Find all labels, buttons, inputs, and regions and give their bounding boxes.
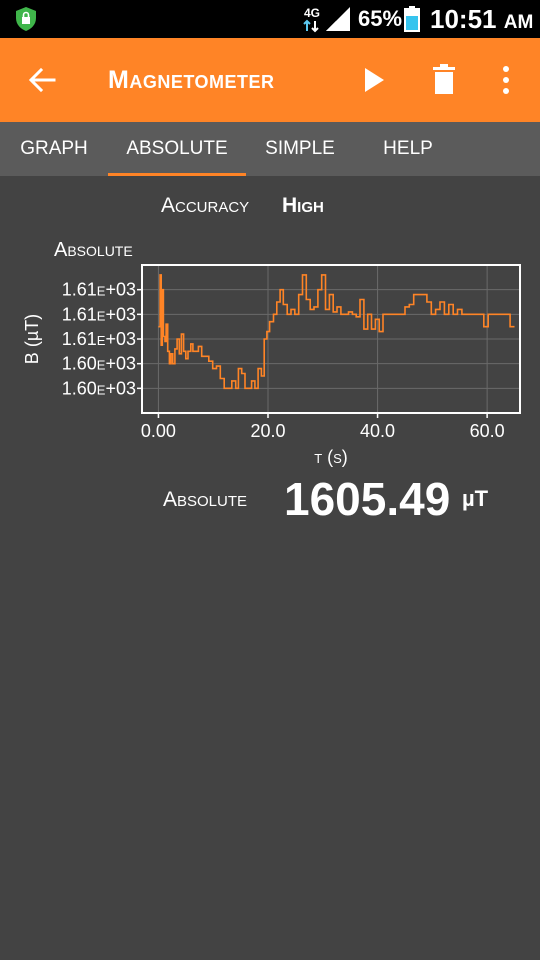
battery-percent: 65% — [358, 6, 403, 31]
absolute-chart: 0.00 20.0 40.0 60.0 1.60e+03 1.60e+03 1.61e+03… — [22, 239, 521, 467]
status-bar: 4G 65% 10:51 AM — [0, 0, 540, 38]
tab-help[interactable]: HELP — [362, 122, 454, 176]
x-tick-label: 40.0 — [360, 421, 395, 441]
battery-icon — [404, 6, 420, 32]
trash-icon[interactable] — [432, 63, 456, 95]
x-tick-label: 20.0 — [250, 421, 285, 441]
y-tick-label: 1.60e+03 — [62, 354, 136, 374]
tab-simple[interactable]: SIMPLE — [254, 122, 346, 176]
shield-lock-icon — [16, 7, 36, 31]
network-type-label: 4G — [304, 6, 320, 20]
back-arrow-icon[interactable] — [26, 64, 58, 96]
absolute-label: Absolute — [163, 488, 248, 511]
app-bar: Magnetometer — [0, 38, 540, 122]
x-axis-label: t (s) — [314, 447, 348, 467]
clock: 10:51 AM — [430, 4, 533, 38]
accuracy-value: High — [282, 194, 324, 217]
more-vert-icon[interactable] — [498, 64, 514, 96]
play-icon[interactable] — [362, 66, 386, 94]
y-tick-label: 1.60e+03 — [62, 378, 136, 398]
tab-absolute[interactable]: ABSOLUTE — [108, 122, 246, 176]
y-axis-label: B (µT) — [22, 314, 42, 364]
tab-bar: GRAPH ABSOLUTE SIMPLE HELP — [0, 122, 540, 176]
y-tick-label: 1.61e+03 — [62, 304, 136, 324]
clock-ampm: AM — [503, 12, 534, 33]
x-tick-label: 60.0 — [470, 421, 505, 441]
x-tick-label: 0.00 — [141, 421, 176, 441]
page-title: Magnetometer — [108, 66, 275, 94]
tab-graph[interactable]: GRAPH — [8, 122, 100, 176]
y-tick-label: 1.61e+03 — [62, 329, 136, 349]
absolute-value: 1605.49 — [284, 473, 451, 525]
clock-time: 10:51 — [430, 4, 497, 34]
network-signal-icon: 4G — [303, 6, 350, 33]
absolute-unit: µT — [462, 486, 489, 511]
y-tick-label: 1.61e+03 — [62, 280, 136, 300]
accuracy-label: Accuracy — [161, 194, 250, 217]
chart-title: Absolute — [54, 239, 133, 261]
